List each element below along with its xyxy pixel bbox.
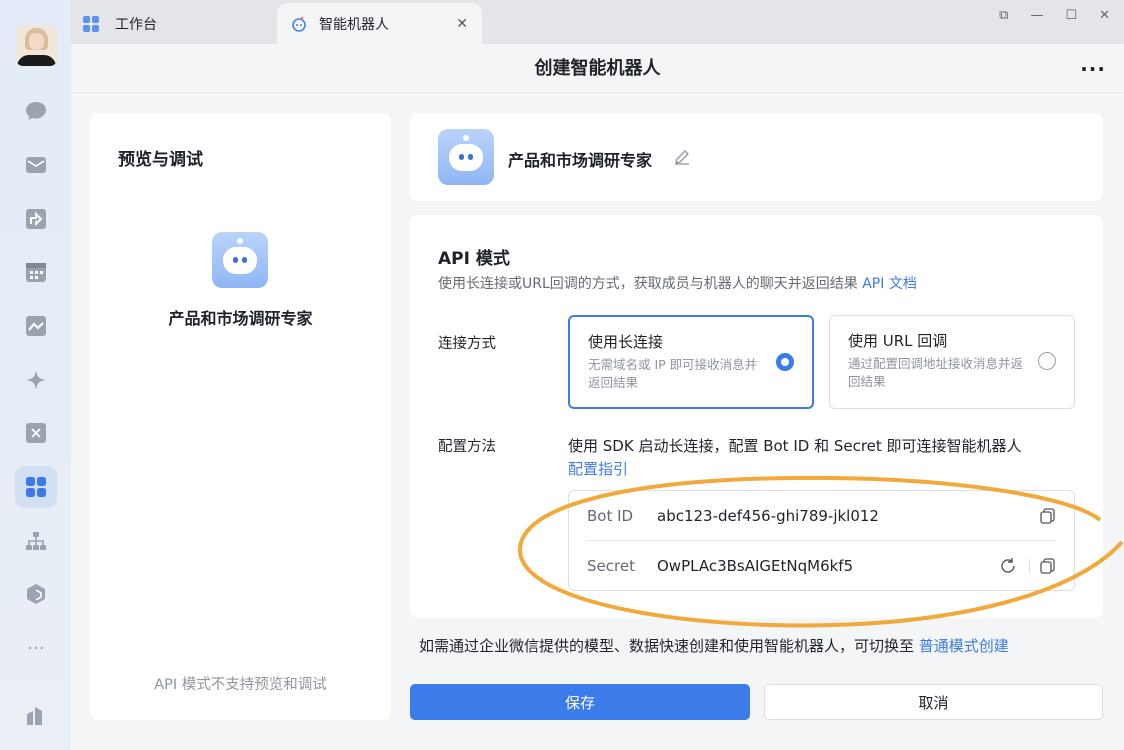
close-window-icon[interactable]: ✕ xyxy=(1099,8,1110,23)
stats-icon[interactable] xyxy=(22,701,50,729)
page-title: 创建智能机器人 xyxy=(534,58,661,79)
tab-label: 工作台 xyxy=(115,16,157,33)
bot-avatar-icon[interactable] xyxy=(438,129,494,185)
normal-mode-link[interactable]: 普通模式创建 xyxy=(919,637,1009,655)
api-desc-text: 使用长连接或URL回调的方式，获取成员与机器人的聊天并返回结果 xyxy=(438,276,858,292)
cancel-button[interactable]: 取消 xyxy=(764,684,1103,720)
minimize-icon[interactable]: — xyxy=(1030,8,1043,23)
option-desc: 通过配置回调地址接收消息并返回结果 xyxy=(848,356,1024,389)
preview-title: 预览与调试 xyxy=(118,150,203,170)
tab-bar: 工作台 智能机器人 ✕ ⧉ — ☐ ✕ xyxy=(71,0,1124,44)
radio-unselected[interactable] xyxy=(1038,352,1056,370)
tools-icon[interactable] xyxy=(22,419,50,447)
mail-icon[interactable] xyxy=(22,151,50,179)
tab-workbench[interactable]: 工作台 xyxy=(83,3,157,44)
org-chart-icon[interactable] xyxy=(22,527,50,555)
copy-icon[interactable] xyxy=(1040,558,1056,574)
copy-icon[interactable] xyxy=(1040,507,1056,524)
secret-value: OwPLAc3BsAIGEtNqM6kf5 xyxy=(657,557,854,575)
config-guide-link[interactable]: 配置指引 xyxy=(568,458,628,479)
secret-label: Secret xyxy=(587,557,635,575)
config-label: 配置方法 xyxy=(438,439,496,455)
more-apps-icon[interactable]: ··· xyxy=(22,634,50,662)
save-button[interactable]: 保存 xyxy=(410,684,750,720)
workbench-icon[interactable] xyxy=(15,466,57,508)
api-desc: 使用长连接或URL回调的方式，获取成员与机器人的聊天并返回结果 API 文档 xyxy=(438,273,917,293)
maximize-icon[interactable]: ☐ xyxy=(1065,8,1077,23)
close-tab-icon[interactable]: ✕ xyxy=(456,16,468,32)
bot-info-card: 产品和市场调研专家 xyxy=(410,113,1103,201)
option-long-connection[interactable]: 使用长连接 无需域名或 IP 即可接收消息并返回结果 xyxy=(568,315,814,409)
refresh-icon[interactable] xyxy=(999,557,1017,575)
sparkle-icon[interactable] xyxy=(22,366,50,394)
option-desc: 无需域名或 IP 即可接收消息并返回结果 xyxy=(588,357,758,390)
preview-panel: 预览与调试 产品和市场调研专家 API 模式不支持预览和调试 xyxy=(90,113,391,720)
cube-icon[interactable] xyxy=(22,580,50,608)
docs-icon[interactable] xyxy=(22,205,50,233)
footer-text: 如需通过企业微信提供的模型、数据快速创建和使用智能机器人，可切换至 xyxy=(419,637,915,655)
preview-notice: API 模式不支持预览和调试 xyxy=(154,677,327,693)
more-menu-icon[interactable]: ··· xyxy=(1080,44,1106,94)
api-title: API 模式 xyxy=(438,249,510,269)
bot-id-label: Bot ID xyxy=(587,506,634,525)
page-header: 创建智能机器人 ··· xyxy=(71,44,1124,94)
config-desc: 使用 SDK 启动长连接，配置 Bot ID 和 Secret 即可连接智能机器… xyxy=(568,437,1022,455)
bot-avatar-icon xyxy=(212,232,268,288)
bot-id-row: Bot ID abc123-def456-ghi789-jkl012 xyxy=(587,491,1056,541)
tab-label: 智能机器人 xyxy=(319,16,389,33)
footer-note: 如需通过企业微信提供的模型、数据快速创建和使用智能机器人，可切换至 普通模式创建 xyxy=(419,635,1009,656)
edit-icon[interactable] xyxy=(674,149,690,165)
robot-icon xyxy=(292,16,306,32)
preview-bot-name: 产品和市场调研专家 xyxy=(168,309,313,328)
sidebar: ··· xyxy=(0,0,71,750)
secret-row: Secret OwPLAc3BsAIGEtNqM6kf5 xyxy=(587,541,1056,591)
bot-name: 产品和市场调研专家 xyxy=(508,151,653,170)
calendar-icon[interactable] xyxy=(22,258,50,286)
workbench-icon xyxy=(83,15,99,32)
option-title: 使用长连接 xyxy=(588,333,664,351)
message-icon[interactable] xyxy=(22,97,50,125)
option-title: 使用 URL 回调 xyxy=(848,332,948,350)
option-url-callback[interactable]: 使用 URL 回调 通过配置回调地址接收消息并返回结果 xyxy=(829,315,1075,409)
pin-window-icon[interactable]: ⧉ xyxy=(999,8,1008,23)
credentials-box: Bot ID abc123-def456-ghi789-jkl012 Secre… xyxy=(568,490,1075,591)
bot-id-value: abc123-def456-ghi789-jkl012 xyxy=(657,506,879,525)
connect-label: 连接方式 xyxy=(438,336,496,352)
radio-selected[interactable] xyxy=(776,353,794,371)
tab-smart-robot[interactable]: 智能机器人 ✕ xyxy=(277,3,482,44)
meeting-icon[interactable] xyxy=(22,312,50,340)
api-doc-link[interactable]: API 文档 xyxy=(862,276,917,292)
avatar[interactable] xyxy=(16,25,57,66)
